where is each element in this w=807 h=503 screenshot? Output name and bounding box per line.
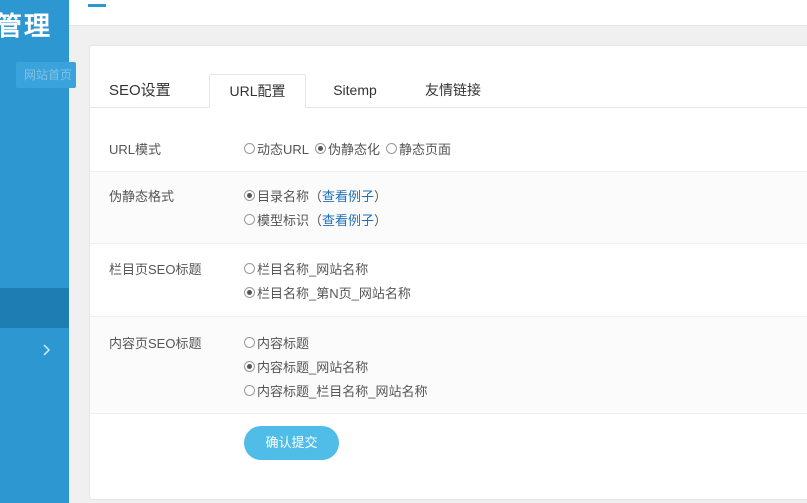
page-title: SEO设置 (109, 82, 171, 99)
radio-button[interactable] (244, 263, 255, 274)
view-example-link[interactable]: 查看例子 (322, 210, 374, 229)
option-label: 栏目名称_网站名称 (257, 262, 369, 277)
category-seo-option-1[interactable]: 栏目名称_网站名称 (244, 259, 368, 278)
option-label: 内容标题_栏目名称_网站名称 (257, 384, 428, 399)
sidebar: 管理 网站首页 (0, 0, 76, 503)
content-seo-option-2[interactable]: 内容标题_网站名称 (244, 357, 368, 376)
row-category-seo-title: 栏目页SEO标题 栏目名称_网站名称 栏目名称_第N页_网站名称 (90, 244, 807, 317)
seo-settings-panel: SEO设置 URL配置 Sitemp 友情链接 URL模式 动态URL 伪静态化… (89, 45, 807, 500)
option-label: 伪静态化 (328, 142, 381, 157)
url-mode-label: URL模式 (109, 142, 162, 157)
sidebar-item-active[interactable] (0, 288, 69, 328)
category-seo-title-label: 栏目页SEO标题 (109, 262, 202, 277)
paren-close: ） (374, 213, 388, 228)
option-label: 目录名称 (257, 189, 310, 204)
rewrite-format-option-dir[interactable]: 目录名称 （ 查看例子 ） (244, 186, 387, 205)
radio-button[interactable] (244, 214, 255, 225)
row-url-mode: URL模式 动态URL 伪静态化 静态页面 (90, 124, 807, 172)
brand-logo: 管理 (0, 11, 53, 41)
url-mode-option-rewrite[interactable]: 伪静态化 (315, 139, 380, 158)
radio-button-checked[interactable] (244, 287, 255, 298)
tab-friend-links[interactable]: 友情链接 (408, 74, 498, 108)
option-label: 模型标识 (257, 213, 310, 228)
rewrite-format-option-model[interactable]: 模型标识 （ 查看例子 ） (244, 210, 387, 229)
content-seo-option-1[interactable]: 内容标题 (244, 333, 309, 352)
paren-open: （ (309, 189, 323, 204)
url-mode-option-static[interactable]: 静态页面 (386, 139, 451, 158)
submit-button[interactable]: 确认提交 (244, 426, 339, 460)
tab-sitemap[interactable]: Sitemp (315, 74, 395, 108)
radio-button-checked[interactable] (244, 190, 255, 201)
tab-url-config[interactable]: URL配置 (209, 74, 306, 108)
content-seo-title-label: 内容页SEO标题 (109, 336, 202, 351)
category-seo-option-2[interactable]: 栏目名称_第N页_网站名称 (244, 283, 411, 302)
sidebar-home-button[interactable]: 网站首页 (16, 62, 76, 88)
row-rewrite-format: 伪静态格式 目录名称 （ 查看例子 ） 模型标识 （ 查看例子 ） (90, 172, 807, 244)
view-example-link[interactable]: 查看例子 (322, 186, 374, 205)
radio-button[interactable] (244, 337, 255, 348)
paren-open: （ (309, 213, 323, 228)
radio-button[interactable] (386, 143, 398, 154)
option-label: 内容标题 (257, 336, 310, 351)
url-mode-options: 动态URL 伪静态化 静态页面 (244, 139, 457, 158)
chevron-right-icon[interactable] (40, 340, 54, 360)
rewrite-format-label: 伪静态格式 (109, 189, 175, 204)
top-bar (69, 0, 807, 26)
radio-button-checked[interactable] (244, 361, 255, 372)
paren-close: ） (374, 189, 388, 204)
option-label: 静态页面 (399, 142, 452, 157)
radio-button[interactable] (244, 143, 255, 154)
menu-toggle-indicator[interactable] (88, 4, 106, 7)
radio-button[interactable] (244, 385, 255, 396)
option-label: 内容标题_网站名称 (257, 360, 369, 375)
url-mode-option-dynamic[interactable]: 动态URL (244, 139, 309, 158)
radio-button-checked[interactable] (315, 143, 327, 154)
row-content-seo-title: 内容页SEO标题 内容标题 内容标题_网站名称 内容标题_栏目名称_网站名称 (90, 317, 807, 414)
content-seo-option-3[interactable]: 内容标题_栏目名称_网站名称 (244, 381, 427, 400)
option-label: 栏目名称_第N页_网站名称 (257, 286, 411, 301)
option-label: 动态URL (257, 142, 310, 157)
